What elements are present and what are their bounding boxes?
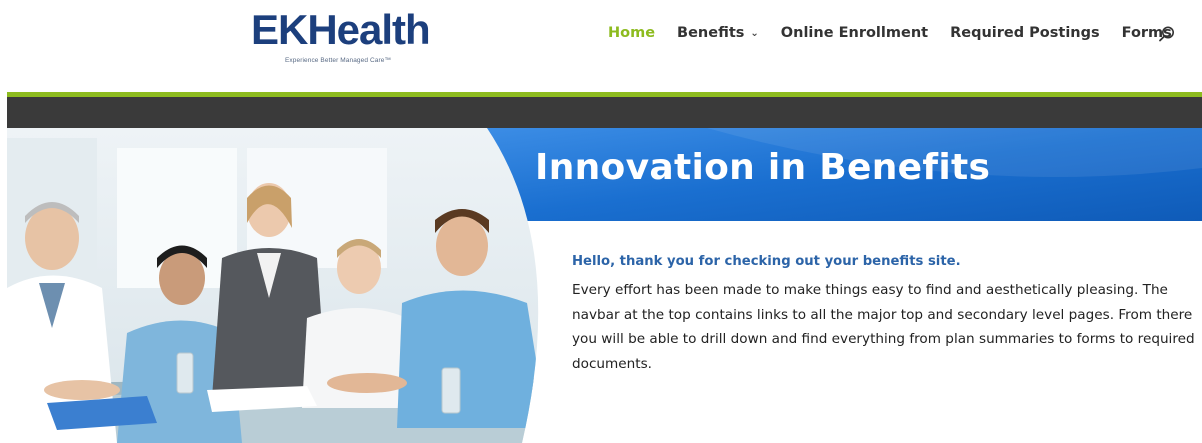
nav-item-label: Home	[608, 25, 656, 41]
search-icon[interactable]	[1158, 25, 1176, 43]
nav-item-required-postings[interactable]: Required Postings	[950, 25, 1100, 41]
hero-banner: Innovation in Benefits Hello, thank you …	[7, 128, 1202, 443]
team-photo	[7, 128, 539, 443]
banner-title: Innovation in Benefits	[535, 147, 991, 188]
nav-item-label: Benefits	[677, 25, 745, 41]
intro-heading: Hello, thank you for checking out your b…	[572, 254, 961, 269]
logo-tagline: Experience Better Managed Care™	[285, 57, 392, 64]
logo-wordmark: EKHealth	[251, 6, 431, 53]
nav-item-label: Required Postings	[950, 25, 1100, 41]
ekhealth-logo[interactable]: EKHealth Experience Better Managed Care™	[251, 4, 451, 66]
nav-item-online-enrollment[interactable]: Online Enrollment	[781, 25, 928, 41]
main-nav: Home Benefits ⌄ Online Enrollment Require…	[608, 23, 1194, 43]
nav-item-label: Online Enrollment	[780, 25, 929, 41]
site-header: EKHealth Experience Better Managed Care™…	[0, 0, 1202, 93]
nav-item-home[interactable]: Home	[608, 25, 655, 41]
intro-content: Hello, thank you for checking out your b…	[572, 254, 1202, 376]
intro-body: Every effort has been made to make thing…	[572, 282, 1195, 372]
nav-item-benefits[interactable]: Benefits ⌄	[677, 25, 759, 41]
dark-bar	[7, 97, 1202, 128]
chevron-down-icon: ⌄	[750, 27, 759, 39]
